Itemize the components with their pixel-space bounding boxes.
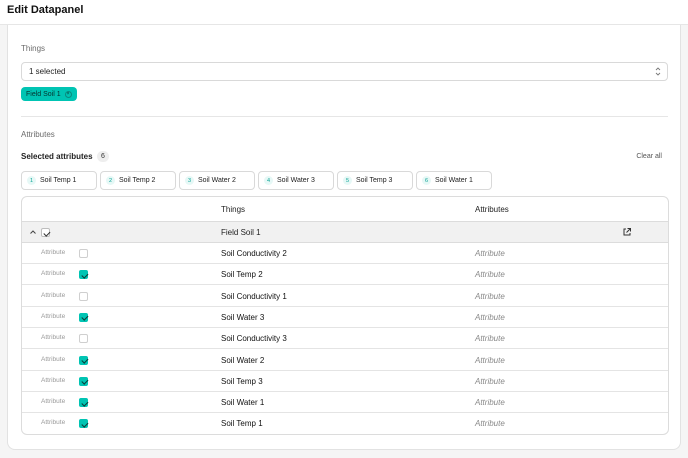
row-checkbox[interactable] bbox=[79, 291, 88, 301]
attribute-chip-order: 5 bbox=[343, 176, 352, 185]
attribute-chip[interactable]: 3 Soil Water 2 bbox=[179, 171, 255, 190]
things-select[interactable]: 1 selected bbox=[21, 62, 668, 81]
row-checkbox[interactable] bbox=[79, 376, 88, 386]
row-type-label: Attribute bbox=[41, 398, 66, 406]
thing-group-row: Field Soil 1 bbox=[22, 222, 668, 243]
attribute-chip-label: Soil Temp 1 bbox=[40, 177, 77, 184]
attribute-chip-order: 2 bbox=[106, 176, 115, 185]
column-header-things: Things bbox=[221, 205, 246, 214]
attributes-section-label: Attributes bbox=[21, 130, 55, 139]
row-type-label: Attribute bbox=[41, 376, 66, 384]
attribute-chip-label: Soil Water 1 bbox=[435, 177, 473, 184]
selected-thing-chip-label: Field Soil 1 bbox=[26, 90, 61, 98]
attribute-chip[interactable]: 2 Soil Temp 2 bbox=[100, 171, 176, 190]
table-row: Attribute Soil Water 3 Attribute bbox=[22, 307, 668, 328]
row-checkbox[interactable] bbox=[79, 355, 88, 365]
row-type-label: Attribute bbox=[41, 334, 66, 342]
row-type-label: Attribute bbox=[41, 312, 66, 320]
group-thing-name: Field Soil 1 bbox=[221, 228, 261, 237]
attribute-chip[interactable]: 5 Soil Temp 3 bbox=[337, 171, 413, 190]
table-row: Attribute Soil Temp 2 Attribute bbox=[22, 264, 668, 286]
attribute-chip-order: 4 bbox=[264, 176, 273, 185]
row-thing-name: Soil Temp 1 bbox=[221, 419, 263, 429]
selected-attributes-header: Selected attributes 6 Clear all bbox=[21, 151, 668, 163]
attribute-chip[interactable]: 1 Soil Temp 1 bbox=[21, 171, 97, 190]
row-attribute-value[interactable]: Attribute bbox=[475, 356, 505, 365]
datapanel-editor: Things 1 selected Field Soil 1 × Attribu… bbox=[7, 25, 681, 450]
table-row: Attribute Soil Temp 1 Attribute bbox=[22, 413, 668, 434]
row-type-label: Attribute bbox=[41, 249, 66, 256]
row-attribute-value[interactable]: Attribute bbox=[475, 377, 505, 386]
attribute-chip-label: Soil Temp 2 bbox=[119, 177, 156, 184]
row-attribute-value[interactable]: Attribute bbox=[475, 419, 505, 428]
row-attribute-value[interactable]: Attribute bbox=[475, 334, 505, 343]
table-header: Things Attributes bbox=[22, 197, 668, 222]
group-checkbox[interactable] bbox=[41, 228, 50, 237]
row-checkbox[interactable] bbox=[79, 249, 88, 258]
row-checkbox[interactable] bbox=[79, 419, 88, 429]
row-thing-name: Soil Conductivity 1 bbox=[221, 291, 287, 301]
attribute-chip-label: Soil Water 3 bbox=[277, 177, 315, 184]
row-attribute-value[interactable]: Attribute bbox=[475, 313, 505, 322]
attribute-chip-label: Soil Water 2 bbox=[198, 177, 236, 184]
row-checkbox[interactable] bbox=[79, 398, 88, 408]
attribute-chip-order: 3 bbox=[185, 176, 194, 185]
chevron-up-down-icon bbox=[655, 67, 661, 76]
table-row: Attribute Soil Water 2 Attribute bbox=[22, 350, 668, 371]
attribute-chip-order: 6 bbox=[422, 176, 431, 185]
row-attribute-value[interactable]: Attribute bbox=[475, 398, 505, 407]
attribute-chip-label: Soil Temp 3 bbox=[356, 177, 393, 184]
row-thing-name: Soil Conductivity 3 bbox=[221, 334, 287, 344]
selected-thing-chip[interactable]: Field Soil 1 × bbox=[21, 87, 77, 101]
section-divider bbox=[21, 116, 668, 117]
row-type-label: Attribute bbox=[41, 291, 66, 299]
attributes-table: Things Attributes Field Soil 1 Attribute… bbox=[21, 196, 669, 435]
table-row: Attribute Soil Conductivity 2 Attribute bbox=[22, 243, 668, 264]
row-type-label: Attribute bbox=[41, 270, 66, 278]
chevron-up-icon[interactable] bbox=[29, 228, 37, 236]
external-link-icon[interactable] bbox=[622, 227, 632, 237]
row-attribute-value[interactable]: Attribute bbox=[475, 270, 505, 279]
row-thing-name: Soil Water 3 bbox=[221, 312, 265, 322]
attribute-chip[interactable]: 6 Soil Water 1 bbox=[416, 171, 492, 190]
row-type-label: Attribute bbox=[41, 355, 66, 363]
attribute-chip-order: 1 bbox=[27, 176, 36, 185]
row-thing-name: Soil Water 2 bbox=[221, 355, 265, 365]
row-checkbox[interactable] bbox=[79, 312, 88, 322]
selected-attribute-chips: 1 Soil Temp 1 2 Soil Temp 2 3 Soil Water… bbox=[21, 171, 492, 191]
row-thing-name: Soil Water 1 bbox=[221, 398, 265, 408]
close-circle-icon[interactable]: × bbox=[64, 90, 72, 98]
selected-attributes-count-badge: 6 bbox=[97, 151, 109, 162]
row-thing-name: Soil Temp 3 bbox=[221, 376, 263, 386]
table-row: Attribute Soil Conductivity 3 Attribute bbox=[22, 328, 668, 350]
table-row: Attribute Soil Temp 3 Attribute bbox=[22, 371, 668, 392]
table-row: Attribute Soil Conductivity 1 Attribute bbox=[22, 286, 668, 307]
row-type-label: Attribute bbox=[41, 419, 66, 427]
row-thing-name: Soil Temp 2 bbox=[221, 270, 263, 280]
selected-attributes-label: Selected attributes bbox=[21, 152, 93, 161]
attribute-chip[interactable]: 4 Soil Water 3 bbox=[258, 171, 334, 190]
row-thing-name: Soil Conductivity 2 bbox=[221, 249, 287, 258]
clear-all-button[interactable]: Clear all bbox=[636, 153, 662, 160]
row-attribute-value[interactable]: Attribute bbox=[475, 249, 505, 258]
row-checkbox[interactable] bbox=[79, 270, 88, 280]
modal-header: Edit Datapanel bbox=[0, 0, 688, 25]
things-select-value: 1 selected bbox=[29, 67, 66, 76]
page-title: Edit Datapanel bbox=[7, 4, 84, 16]
table-row: Attribute Soil Water 1 Attribute bbox=[22, 392, 668, 414]
column-header-attributes: Attributes bbox=[475, 205, 509, 214]
row-attribute-value[interactable]: Attribute bbox=[475, 292, 505, 301]
row-checkbox[interactable] bbox=[79, 334, 88, 344]
things-section-label: Things bbox=[21, 44, 46, 53]
